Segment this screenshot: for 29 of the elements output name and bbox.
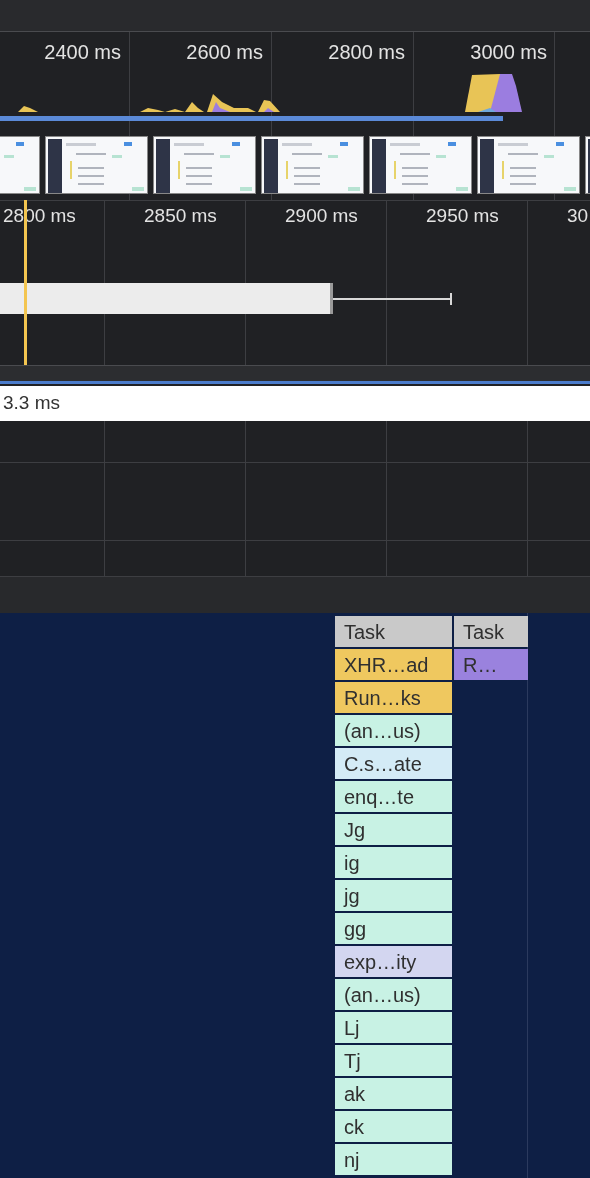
time-tick-label: 2800 ms <box>328 41 405 63</box>
flame-entry[interactable]: (an…us) <box>335 715 452 746</box>
time-tick-label: 2850 ms <box>144 205 217 227</box>
flame-entry[interactable]: ck <box>335 1111 452 1142</box>
flame-entry[interactable]: R… <box>454 649 528 680</box>
activity-area <box>18 106 38 112</box>
flame-entry[interactable]: jg <box>335 880 452 911</box>
flame-entry[interactable]: C.s…ate <box>335 748 452 779</box>
time-tick-label: 2900 ms <box>285 205 358 227</box>
flame-entry[interactable]: gg <box>335 913 452 944</box>
flame-entry[interactable]: Run…ks <box>335 682 452 713</box>
time-tick-label: 30 <box>567 205 589 227</box>
time-tick-label: 2950 ms <box>426 205 499 227</box>
time-tick-label: 2600 ms <box>186 41 263 63</box>
flame-entry[interactable]: nj <box>335 1144 452 1175</box>
flame-entry[interactable]: ig <box>335 847 452 878</box>
flame-entry[interactable]: Task <box>454 616 528 647</box>
time-tick-label: 2400 ms <box>44 41 121 63</box>
flame-entry[interactable]: XHR…ad <box>335 649 452 680</box>
flame-entry[interactable]: ak <box>335 1078 452 1109</box>
flame-entry[interactable]: enq…te <box>335 781 452 812</box>
flame-entry[interactable]: (an…us) <box>335 979 452 1010</box>
flame-entry[interactable]: Task <box>335 616 452 647</box>
timing-label: 3.3 ms <box>3 391 61 416</box>
flame-entry[interactable]: Jg <box>335 814 452 845</box>
flame-entry[interactable]: exp…ity <box>335 946 452 977</box>
flame-entry[interactable]: Lj <box>335 1012 452 1043</box>
time-tick-label: 3000 ms <box>470 41 547 63</box>
flame-entry[interactable]: Tj <box>335 1045 452 1076</box>
